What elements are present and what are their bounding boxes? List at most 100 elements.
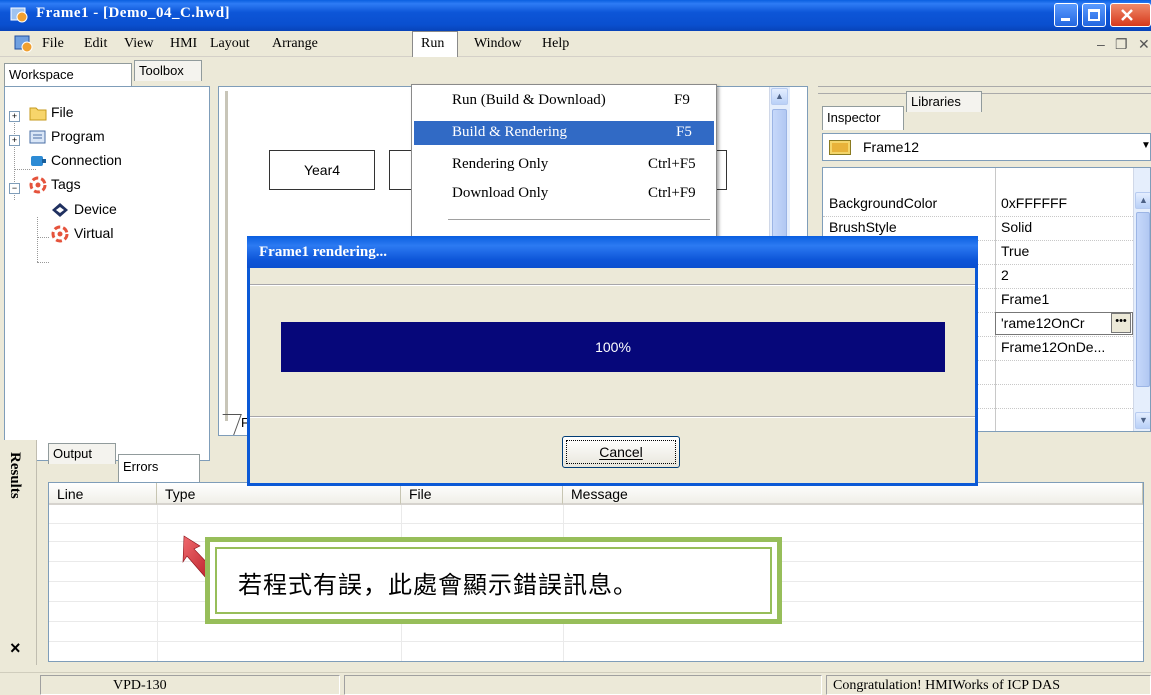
tree-item-program[interactable]: Program xyxy=(51,128,105,144)
run-menu-dropdown: Run (Build & Download) F9 Build & Render… xyxy=(411,84,717,244)
menu-item-label: Build & Rendering xyxy=(452,124,567,140)
tree-item-connection[interactable]: Connection xyxy=(51,152,122,168)
tab-workspace-label: Workspace xyxy=(9,67,74,82)
property-value[interactable]: 'rame12OnCr xyxy=(1001,315,1085,331)
menu-item-label: Download Only xyxy=(452,185,549,201)
menu-item-label: Rendering Only xyxy=(452,156,549,172)
mdi-restore-button[interactable]: ❐ xyxy=(1115,36,1128,53)
tab-output-label: Output xyxy=(53,446,93,461)
menu-help[interactable]: Help xyxy=(542,36,569,52)
expand-program-button[interactable]: + xyxy=(9,135,20,146)
menu-item-shortcut: Ctrl+F5 xyxy=(648,156,696,172)
progress-text: 100% xyxy=(595,339,631,355)
inspector-vertical-scrollbar[interactable]: ▲ ▼ xyxy=(1133,168,1150,431)
maximize-button[interactable] xyxy=(1082,3,1106,27)
tab-errors[interactable]: Errors xyxy=(118,454,200,482)
tab-toolbox-label: Toolbox xyxy=(139,63,184,78)
menu-hmi[interactable]: HMI xyxy=(170,36,197,52)
tree-item-device[interactable]: Device xyxy=(74,201,117,217)
property-value[interactable]: Solid xyxy=(1001,219,1032,235)
expand-file-button[interactable]: + xyxy=(9,111,20,122)
results-side-label: Results xyxy=(7,452,23,499)
tab-inspector-label: Inspector xyxy=(827,110,881,125)
tree-item-tags[interactable]: Tags xyxy=(51,176,81,192)
ellipsis-button[interactable]: ••• xyxy=(1111,313,1131,333)
property-value[interactable]: Frame1 xyxy=(1001,291,1049,307)
menu-item-build-rendering[interactable]: Build & Rendering F5 xyxy=(414,121,714,145)
results-close-icon[interactable]: × xyxy=(10,638,21,659)
tags-icon xyxy=(29,176,47,194)
workspace-panel: Workspace Toolbox + File + Program Conne… xyxy=(0,57,215,465)
menu-edit[interactable]: Edit xyxy=(84,36,107,52)
object-selector[interactable]: Frame12 ▼ xyxy=(822,133,1151,161)
scroll-up-icon[interactable]: ▲ xyxy=(771,88,788,105)
rendering-dialog: Frame1 rendering... 100% Cancel xyxy=(247,236,978,486)
collapse-tags-button[interactable]: − xyxy=(9,183,20,194)
menu-item-shortcut: F5 xyxy=(676,124,692,140)
menu-view[interactable]: View xyxy=(124,36,153,52)
device-icon xyxy=(52,203,68,217)
status-message: Congratulation! HMIWorks of ICP DAS xyxy=(826,675,1151,695)
column-header-type[interactable]: Type xyxy=(157,483,401,505)
cancel-button[interactable]: Cancel xyxy=(562,436,680,468)
connection-icon xyxy=(31,156,46,166)
tab-libraries-label: Libraries xyxy=(911,94,961,109)
column-header-line[interactable]: Line xyxy=(49,483,157,505)
menu-item-shortcut: Ctrl+F9 xyxy=(648,185,696,201)
property-row[interactable]: BackgroundColor 0xFFFFFF xyxy=(823,192,1133,217)
scroll-down-icon[interactable]: ▼ xyxy=(1135,412,1150,429)
mdi-minimize-button[interactable]: – xyxy=(1097,36,1105,52)
annotation-text: 若程式有誤，此處會顯示錯誤訊息。 xyxy=(238,572,638,599)
column-header-message[interactable]: Message xyxy=(563,483,1143,505)
menu-layout[interactable]: Layout xyxy=(210,36,250,52)
property-name: BackgroundColor xyxy=(829,195,938,211)
status-middle xyxy=(344,675,822,695)
property-value[interactable]: Frame12OnDe... xyxy=(1001,339,1105,355)
tab-toolbox[interactable]: Toolbox xyxy=(134,60,202,81)
menu-item-run-build-download[interactable]: Run (Build & Download) F9 xyxy=(414,89,714,113)
close-button[interactable] xyxy=(1110,3,1151,27)
menu-item-download-only[interactable]: Download Only Ctrl+F9 xyxy=(414,182,714,206)
dialog-title-bar[interactable]: Frame1 rendering... xyxy=(247,236,978,268)
tab-errors-label: Errors xyxy=(123,459,159,474)
window-title: Frame1 - [Demo_04_C.hwd] xyxy=(36,5,231,21)
tab-inspector[interactable]: Inspector xyxy=(822,106,904,130)
menu-file[interactable]: File xyxy=(42,36,64,52)
menu-arrange[interactable]: Arrange xyxy=(272,36,318,52)
tree-item-file[interactable]: File xyxy=(51,104,74,120)
title-bar[interactable]: Frame1 - [Demo_04_C.hwd] xyxy=(0,0,1151,31)
menu-window[interactable]: Window xyxy=(474,36,522,52)
menu-item-rendering-only[interactable]: Rendering Only Ctrl+F5 xyxy=(414,153,714,177)
column-header-file[interactable]: File xyxy=(401,483,563,505)
dropdown-arrow-icon[interactable]: ▼ xyxy=(1141,140,1151,151)
dialog-title: Frame1 rendering... xyxy=(259,244,388,260)
tab-output[interactable]: Output xyxy=(48,443,116,464)
frame-object-icon xyxy=(829,140,851,155)
selected-object-label: Frame12 xyxy=(863,139,920,155)
property-value[interactable]: 2 xyxy=(1001,267,1009,283)
menu-bar: File Edit View HMI Layout Arrange Run Wi… xyxy=(0,31,1151,57)
tab-workspace[interactable]: Workspace xyxy=(4,63,132,87)
cancel-button-label: Cancel xyxy=(599,444,643,460)
workspace-tree: + File + Program Connection − Tags Devic… xyxy=(4,86,210,461)
tree-item-virtual[interactable]: Virtual xyxy=(74,225,113,241)
menu-item-label: Run (Build & Download) xyxy=(452,92,606,108)
property-value[interactable]: 0xFFFFFF xyxy=(1001,195,1067,211)
tab-libraries[interactable]: Libraries xyxy=(906,91,982,112)
program-icon xyxy=(29,130,46,144)
scroll-up-icon[interactable]: ▲ xyxy=(1135,192,1150,209)
property-name: BrushStyle xyxy=(829,219,897,235)
document-icon[interactable] xyxy=(14,34,34,54)
annotation-callout: 若程式有誤，此處會顯示錯誤訊息。 xyxy=(205,537,782,624)
status-device: VPD-130 xyxy=(40,675,340,695)
app-icon xyxy=(10,7,28,23)
close-icon xyxy=(1121,9,1133,21)
year-widget[interactable]: Year4 xyxy=(269,150,375,190)
menu-run[interactable]: Run xyxy=(421,36,444,52)
property-value[interactable]: True xyxy=(1001,243,1029,259)
status-bar: VPD-130 Congratulation! HMIWorks of ICP … xyxy=(0,672,1151,695)
folder-icon xyxy=(29,107,47,121)
mdi-close-button[interactable]: ✕ xyxy=(1138,36,1150,53)
minimize-button[interactable] xyxy=(1054,3,1078,27)
menu-item-shortcut: F9 xyxy=(674,92,690,108)
